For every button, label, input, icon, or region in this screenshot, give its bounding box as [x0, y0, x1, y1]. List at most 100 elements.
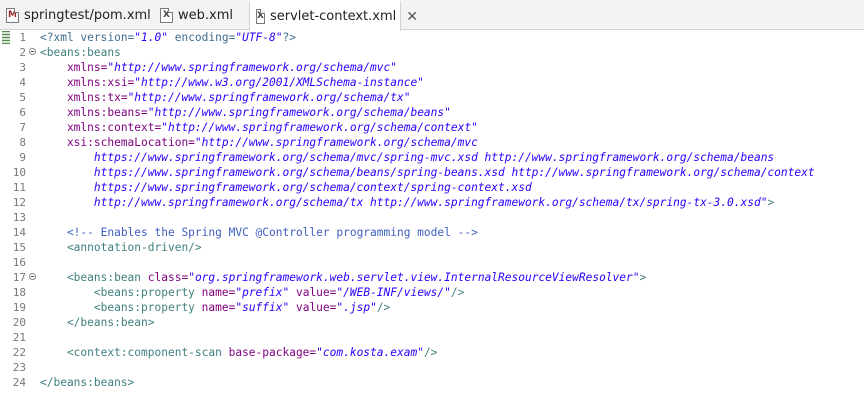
code-token: <beans:bean	[40, 271, 148, 284]
code-token: <beans:beans	[40, 46, 121, 59]
gutter-row: 14	[0, 225, 38, 240]
line-number: 1	[19, 31, 26, 44]
code-token: "/WEB-INF/views/"	[336, 286, 451, 299]
line-number: 22	[12, 346, 26, 359]
code-token: <beans:property	[40, 286, 202, 299]
code-token: >	[639, 271, 647, 284]
line-number: 12	[12, 196, 26, 209]
gutter-row: 4	[0, 75, 38, 90]
code-token: xmlns=	[40, 61, 108, 74]
line-number: 15	[12, 241, 26, 254]
code-line: <beans:property name="suffix" value=".js…	[40, 300, 864, 315]
code-line: </beans:bean>	[40, 315, 864, 330]
code-token: <!-- Enables the Spring MVC @Controller …	[40, 226, 478, 239]
gutter-row: 16	[0, 255, 38, 270]
code-line: ​	[40, 360, 864, 375]
code-token: />	[376, 301, 391, 314]
gutter-row: 8	[0, 135, 38, 150]
code-token: class=	[147, 271, 189, 284]
line-number: 23	[12, 361, 26, 374]
code-line: https://www.springframework.org/schema/c…	[40, 180, 864, 195]
code-token: />	[450, 286, 465, 299]
code-line: xmlns:context="http://www.springframewor…	[40, 120, 864, 135]
gutter-row: 19	[0, 300, 38, 315]
close-tab-icon[interactable]: ✕	[406, 9, 418, 25]
line-number: 16	[12, 256, 26, 269]
code-token: <context:component-scan	[40, 346, 229, 359]
code-token: </beans:beans>	[40, 376, 135, 389]
code-line: <beans:beans	[40, 45, 864, 60]
line-number: 18	[12, 286, 26, 299]
code-token: https://www.springframework.org/schema/b…	[40, 166, 815, 179]
line-number: 2	[19, 46, 26, 59]
gutter-row: 23	[0, 360, 38, 375]
code-line: ​	[40, 210, 864, 225]
gutter-row: 2	[0, 45, 38, 60]
gutter-row: 1	[0, 30, 38, 45]
code-line: <!-- Enables the Spring MVC @Controller …	[40, 225, 864, 240]
xml-source-editor[interactable]: 1 2 3 4 5 6 7 8 9 10 11 12 13 14 15 16 17 18 19 20 21 22 23 24 …	[0, 30, 864, 402]
code-token: https://www.springframework.org/schema/c…	[40, 181, 532, 194]
code-token: xmlns:xsi=	[40, 76, 135, 89]
line-number: 10	[12, 166, 26, 179]
code-token: <?xml version=	[40, 31, 135, 44]
code-token: name=	[201, 301, 236, 314]
code-token: >	[767, 196, 775, 209]
code-line: </beans:beans>	[40, 375, 864, 390]
code-token: xmlns:beans=	[40, 106, 148, 119]
line-number: 9	[19, 151, 26, 164]
editor-tab-bar: M springtest/pom.xml X web.xml X servlet…	[0, 0, 864, 31]
code-token: value=	[289, 286, 337, 299]
code-token: xmlns:tx=	[40, 91, 128, 104]
line-number: 11	[12, 181, 26, 194]
code-line: ​	[40, 330, 864, 345]
gutter-row: 21	[0, 330, 38, 345]
code-token: "http://www.springframework.org/schema/b…	[147, 106, 451, 119]
gutter-row: 11	[0, 180, 38, 195]
code-token: name=	[201, 286, 236, 299]
code-line: xmlns:xsi="http://www.w3.org/2001/XMLSch…	[40, 75, 864, 90]
line-number: 14	[12, 226, 26, 239]
tab-label: springtest/pom.xml	[24, 7, 151, 23]
code-token: ?>	[282, 31, 296, 44]
code-token: "prefix"	[235, 286, 290, 299]
code-token: <beans:property	[40, 301, 202, 314]
gutter-row: 15	[0, 240, 38, 255]
line-number: 5	[19, 91, 26, 104]
line-number: 19	[12, 301, 26, 314]
code-line: ​	[40, 255, 864, 270]
fold-toggle-icon[interactable]	[29, 48, 36, 55]
tab-web-xml[interactable]: X web.xml	[160, 0, 250, 30]
code-line: xmlns:tx="http://www.springframework.org…	[40, 90, 864, 105]
gutter-row: 13	[0, 210, 38, 225]
line-number: 3	[19, 61, 26, 74]
code-token: xsi:schemaLocation=	[40, 136, 195, 149]
code-token: xmlns:context=	[40, 121, 162, 134]
gutter-row: 22	[0, 345, 38, 360]
tab-pom-xml[interactable]: M springtest/pom.xml	[6, 0, 156, 30]
gutter-row: 12	[0, 195, 38, 210]
fold-toggle-icon[interactable]	[29, 273, 36, 280]
gutter-row: 3	[0, 60, 38, 75]
code-token: http://www.springframework.org/schema/tx…	[40, 196, 768, 209]
code-token: "UTF-8"	[235, 31, 283, 44]
code-line: https://www.springframework.org/schema/m…	[40, 150, 864, 165]
tab-label: servlet-context.xml	[269, 9, 397, 24]
code-token: "http://www.w3.org/2001/XMLSchema-instan…	[134, 76, 424, 89]
tab-servlet-context-xml[interactable]: X servlet-context.xml ✕	[249, 0, 418, 31]
line-number-gutter: 1 2 3 4 5 6 7 8 9 10 11 12 13 14 15 16 17 18 19 20 21 22 23 24	[0, 30, 38, 402]
code-line: <annotation-driven/>	[40, 240, 864, 255]
code-area[interactable]: <?xml version="1.0" encoding="UTF-8"?> <b…	[40, 30, 864, 402]
line-number: 24	[12, 376, 26, 389]
code-line: <context:component-scan base-package="co…	[40, 345, 864, 360]
code-token: />	[423, 346, 438, 359]
code-token: </beans:bean>	[40, 316, 155, 329]
code-token: value=	[289, 301, 337, 314]
gutter-row: 6	[0, 105, 38, 120]
code-line: <?xml version="1.0" encoding="UTF-8"?>	[40, 30, 864, 45]
gutter-row: 24	[0, 375, 38, 390]
line-number: 13	[12, 211, 26, 224]
code-token: "http://www.springframework.org/schema/c…	[161, 121, 478, 134]
code-line: xmlns:beans="http://www.springframework.…	[40, 105, 864, 120]
code-token: base-package=	[228, 346, 317, 359]
